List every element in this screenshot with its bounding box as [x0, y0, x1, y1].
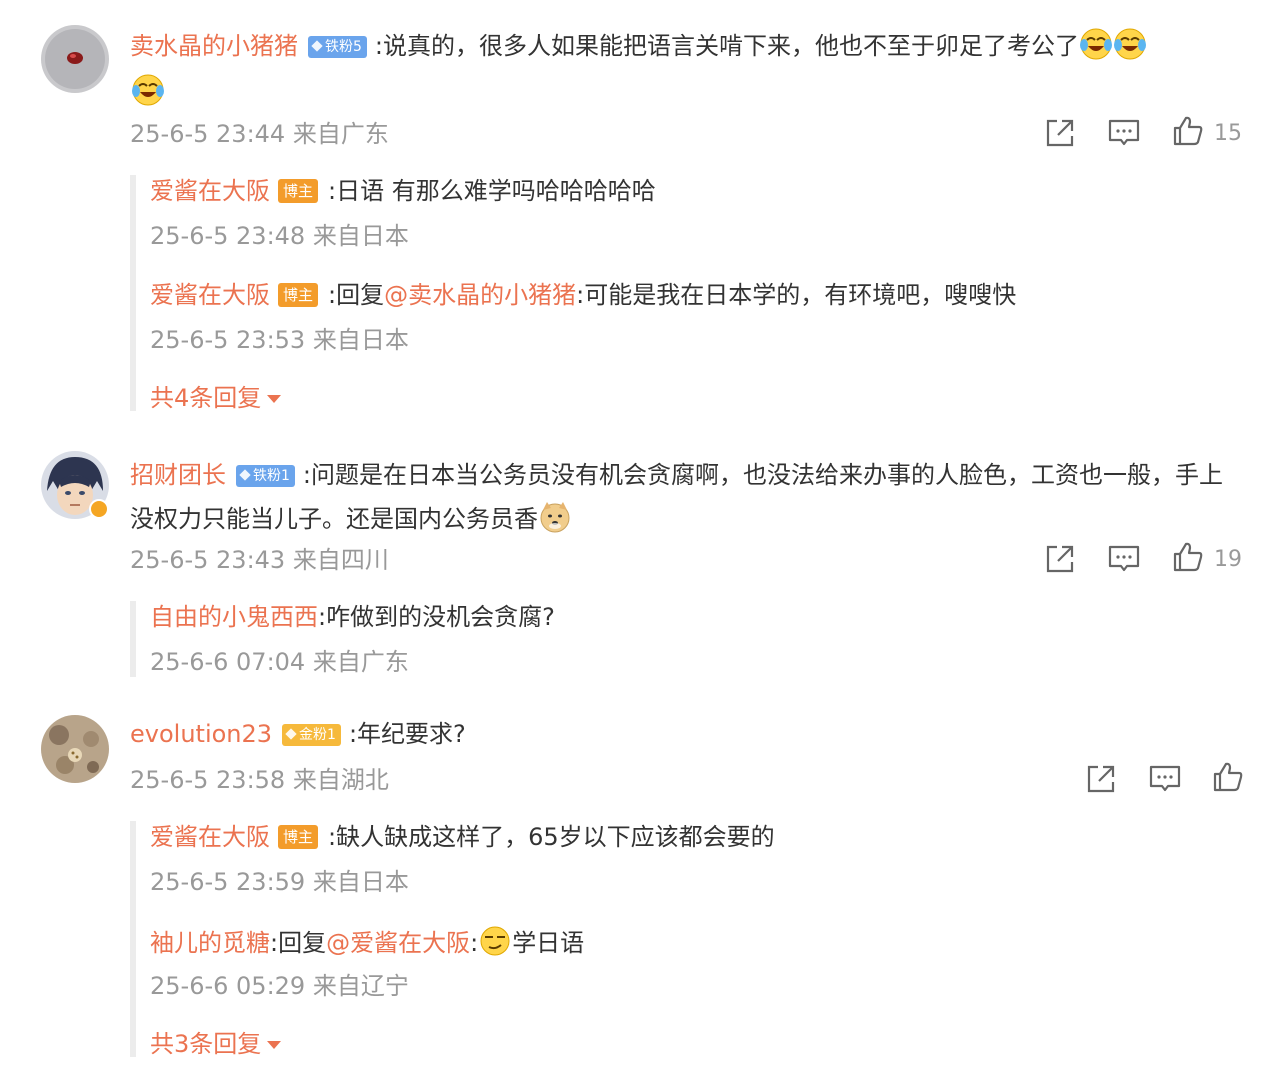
reply-body: 袖儿的觅糖:回复@爱酱在大阪: 学日语 [150, 924, 584, 960]
reply-meta: 25-6-6 07:04 来自广东 [150, 648, 409, 676]
comment-text: :年纪要求? [348, 720, 466, 748]
username[interactable]: 自由的小鬼西西 [150, 603, 318, 631]
mention-link[interactable]: @卖水晶的小猪猪 [384, 281, 576, 309]
laughing-crying-emoji [132, 74, 164, 106]
reply-body: 爱酱在大阪 博主:回复@卖水晶的小猪猪:可能是我在日本学的，有环境吧，嗖嗖快 [150, 281, 1017, 309]
more-replies-link[interactable]: 共4条回复 [150, 383, 282, 413]
username[interactable]: 卖水晶的小猪猪 [130, 32, 298, 60]
mention-link[interactable]: @爱酱在大阪 [326, 929, 470, 957]
more-replies-link[interactable]: 共3条回复 [150, 1029, 282, 1059]
caret-down-icon [267, 395, 282, 403]
reply-text: :可能是我在日本学的，有环境吧，嗖嗖快 [576, 281, 1017, 309]
comment-icon[interactable] [1148, 762, 1182, 796]
username[interactable]: 爱酱在大阪 [150, 823, 270, 851]
avatar[interactable] [41, 715, 109, 783]
comment-meta: 25-6-5 23:58 来自湖北 [130, 766, 389, 794]
reply-body: 爱酱在大阪 博主 :日语 有那么难学吗哈哈哈哈哈 [150, 174, 656, 208]
laughing-crying-emoji [1114, 28, 1147, 60]
reply-meta: 25-6-6 05:29 来自辽宁 [150, 972, 409, 1000]
username[interactable]: 招财团长 [130, 461, 226, 489]
reply-text: :咋做到的没机会贪腐? [318, 603, 555, 631]
laughing-crying-emoji [1080, 28, 1113, 60]
host-badge: 博主 [278, 283, 319, 307]
reply-meta: 25-6-5 23:59 来自日本 [150, 868, 409, 896]
share-icon[interactable] [1043, 116, 1077, 150]
host-badge: 博主 [278, 825, 319, 849]
username[interactable]: 袖儿的觅糖 [150, 929, 270, 957]
share-icon[interactable] [1084, 762, 1118, 796]
reply-thread-border [130, 175, 136, 411]
reply-thread-border [130, 821, 136, 1057]
reply-meta: 25-6-5 23:53 来自日本 [150, 326, 409, 354]
comment-body: evolution23 金粉1 :年纪要求? [130, 717, 466, 751]
fan-badge[interactable]: 金粉1 [282, 724, 341, 746]
username[interactable]: 爱酱在大阪 [150, 177, 270, 205]
reply-thread-border [130, 601, 136, 677]
comment-body: 招财团长 铁粉1:问题是在日本当公务员没有机会贪腐啊，也没法给来办事的人脸色，工资… [130, 453, 1240, 541]
like-count: 15 [1214, 121, 1242, 146]
comment-text: :说真的，很多人如果能把语言关啃下来，他也不至于卯足了考公了 [374, 32, 1080, 60]
reply-body: 爱酱在大阪 博主 :缺人缺成这样了，65岁以下应该都会要的 [150, 820, 775, 854]
username[interactable]: 爱酱在大阪 [150, 281, 270, 309]
reply-meta: 25-6-5 23:48 来自日本 [150, 222, 409, 250]
host-badge: 博主 [278, 179, 319, 203]
share-icon[interactable] [1043, 542, 1077, 576]
username[interactable]: evolution23 [130, 720, 272, 748]
like-icon[interactable] [1211, 760, 1245, 794]
fan-badge[interactable]: 铁粉5 [308, 36, 367, 58]
verified-badge-icon [89, 499, 109, 519]
reply-text: :缺人缺成这样了，65岁以下应该都会要的 [328, 823, 775, 851]
comment-icon[interactable] [1107, 542, 1141, 576]
doge-emoji [540, 502, 570, 533]
smirk-emoji [480, 926, 510, 956]
avatar[interactable] [41, 25, 109, 93]
reply-text: 学日语 [512, 929, 585, 957]
comment-meta: 25-6-5 23:43 来自四川 [130, 546, 389, 574]
comment-icon[interactable] [1107, 116, 1141, 150]
reply-body: 自由的小鬼西西:咋做到的没机会贪腐? [150, 600, 555, 634]
reply-text: :日语 有那么难学吗哈哈哈哈哈 [328, 177, 656, 205]
comment-body: 卖水晶的小猪猪 铁粉5 :说真的，很多人如果能把语言关啃下来，他也不至于卯足了考公了 [130, 27, 1240, 63]
fan-badge[interactable]: 铁粉1 [236, 465, 295, 487]
comment-meta: 25-6-5 23:44 来自广东 [130, 120, 389, 148]
like-icon[interactable] [1171, 114, 1205, 148]
like-icon[interactable] [1171, 540, 1205, 574]
caret-down-icon [267, 1041, 282, 1049]
like-count: 19 [1214, 547, 1242, 572]
